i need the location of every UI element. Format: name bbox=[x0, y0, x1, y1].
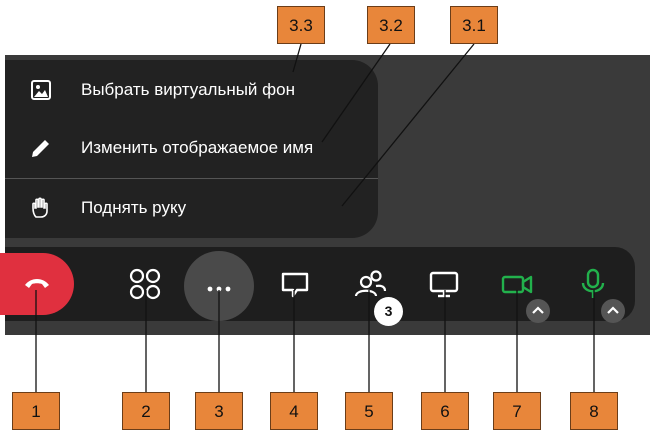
menu-item-label: Выбрать виртуальный фон bbox=[81, 80, 295, 99]
callout-7: 7 bbox=[493, 392, 541, 430]
callout-6: 6 bbox=[421, 392, 469, 430]
more-dots-icon bbox=[205, 281, 233, 299]
participants-count-badge: 3 bbox=[374, 297, 403, 326]
chevron-up-icon bbox=[526, 306, 550, 327]
more-options-menu: Выбрать виртуальный фон Изменить отображ… bbox=[5, 60, 378, 238]
image-icon bbox=[29, 78, 53, 102]
pencil-icon bbox=[29, 136, 53, 160]
callout-3-1: 3.1 bbox=[450, 6, 498, 44]
grid-view-icon bbox=[125, 268, 165, 308]
callout-3: 3 bbox=[195, 392, 243, 430]
menu-item-change-display-name[interactable]: Изменить отображаемое имя bbox=[5, 120, 378, 176]
grid-view-button[interactable] bbox=[125, 264, 165, 304]
phone-hangup-icon bbox=[23, 273, 51, 300]
callout-4: 4 bbox=[270, 392, 318, 430]
callout-1: 1 bbox=[12, 392, 60, 430]
callout-3-3: 3.3 bbox=[277, 6, 325, 44]
camera-button[interactable] bbox=[497, 264, 537, 304]
menu-item-raise-hand[interactable]: Поднять руку bbox=[5, 180, 378, 236]
callout-5: 5 bbox=[345, 392, 393, 430]
callout-3-2: 3.2 bbox=[367, 6, 415, 44]
chevron-up-icon bbox=[601, 306, 625, 327]
callout-2: 2 bbox=[122, 392, 170, 430]
menu-item-label: Изменить отображаемое имя bbox=[81, 138, 314, 157]
microphone-options-chevron[interactable] bbox=[601, 299, 625, 323]
menu-item-label: Поднять руку bbox=[81, 198, 187, 217]
microphone-button[interactable] bbox=[573, 264, 613, 304]
hangup-button[interactable] bbox=[0, 253, 74, 315]
hand-icon bbox=[29, 196, 53, 220]
chat-button[interactable] bbox=[275, 264, 315, 304]
camera-options-chevron[interactable] bbox=[526, 299, 550, 323]
menu-item-virtual-background[interactable]: Выбрать виртуальный фон bbox=[5, 62, 378, 118]
screen-share-icon bbox=[424, 271, 464, 308]
more-options-button[interactable] bbox=[184, 251, 254, 321]
chat-icon bbox=[275, 272, 315, 308]
menu-divider bbox=[5, 178, 378, 179]
callout-8: 8 bbox=[570, 392, 618, 430]
screen-share-button[interactable] bbox=[424, 264, 464, 304]
